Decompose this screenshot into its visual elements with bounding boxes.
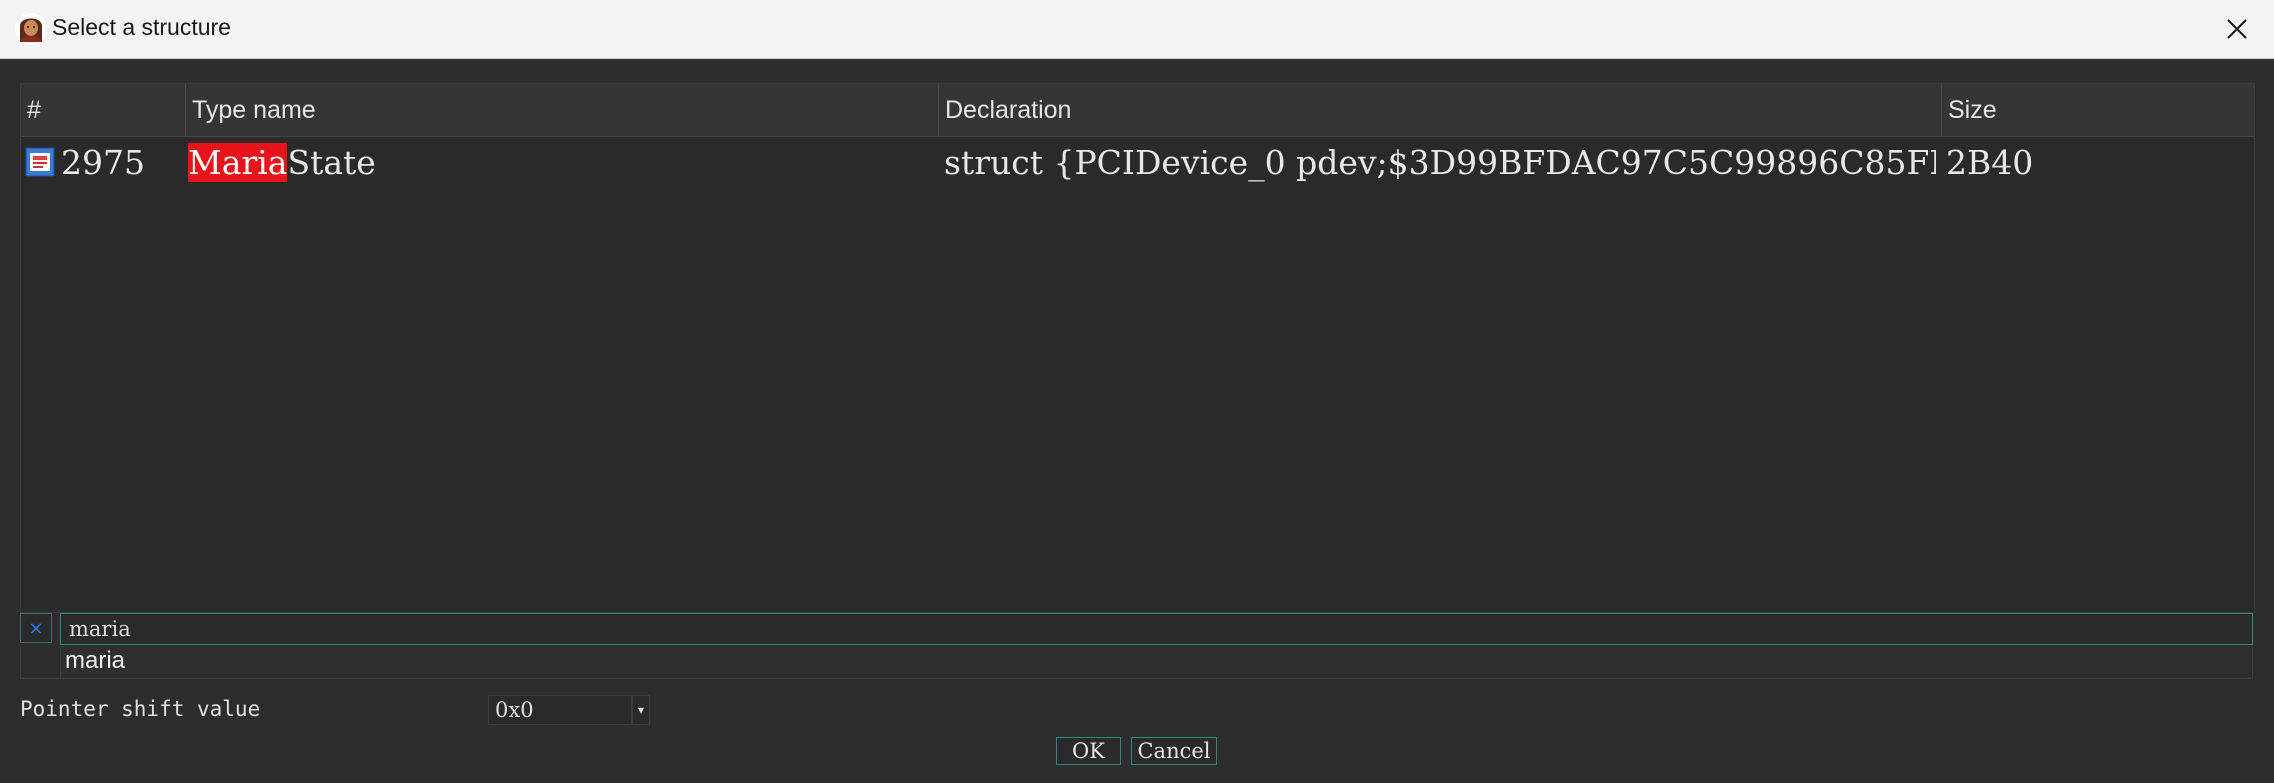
- ok-button[interactable]: OK: [1056, 737, 1121, 765]
- cancel-button[interactable]: Cancel: [1131, 737, 1217, 765]
- column-header-number[interactable]: #: [21, 84, 186, 136]
- suggestion-gutter: [20, 645, 60, 679]
- type-name-rest: State: [287, 143, 376, 182]
- app-avatar-icon: [15, 13, 47, 45]
- structure-table: # Type name Declaration Size 2975 MariaS…: [20, 83, 2255, 613]
- row-size: 2B40: [1946, 143, 2034, 182]
- row-declaration: struct {PCIDevice_0 pdev;$3D99BFDAC97C5C…: [944, 143, 1936, 182]
- window-title: Select a structure: [52, 14, 231, 40]
- title-bar: Select a structure: [0, 0, 2274, 59]
- pointer-shift-input[interactable]: 0x0: [488, 695, 632, 725]
- struct-icon: [25, 147, 55, 177]
- filter-input[interactable]: maria: [60, 613, 2253, 645]
- row-ordinal: 2975: [61, 143, 145, 182]
- filter-area: × maria maria: [20, 611, 2253, 681]
- pointer-shift-dropdown-icon[interactable]: ▾: [632, 695, 650, 725]
- table-row[interactable]: 2975 MariaState struct {PCIDevice_0 pdev…: [21, 140, 2254, 186]
- column-header-type-name[interactable]: Type name: [186, 84, 939, 136]
- close-icon[interactable]: [2222, 14, 2252, 44]
- filter-suggestion[interactable]: maria: [60, 645, 2253, 679]
- pointer-shift-label: Pointer shift value: [20, 697, 261, 721]
- column-header-size[interactable]: Size: [1942, 84, 2254, 136]
- row-type-name: MariaState: [188, 140, 928, 186]
- match-highlight: Maria: [188, 143, 288, 182]
- clear-filter-button[interactable]: ×: [20, 613, 52, 643]
- table-header: # Type name Declaration Size: [21, 84, 2254, 137]
- column-header-declaration[interactable]: Declaration: [939, 84, 1942, 136]
